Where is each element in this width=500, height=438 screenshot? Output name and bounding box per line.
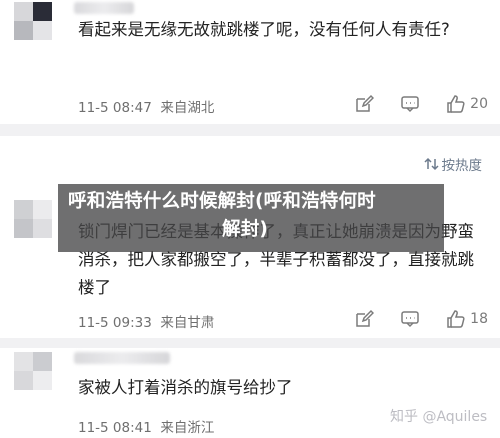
avatar[interactable] <box>14 2 52 40</box>
watermark: 知乎 @Aquiles <box>390 409 488 425</box>
comment-icon <box>401 311 419 328</box>
comment-text: 家被人打着消杀的旗号给抄了 <box>78 378 293 397</box>
sort-label: 按热度 <box>441 158 483 174</box>
reply-button[interactable] <box>400 94 420 114</box>
comment-card: 看起来是无缘无故就跳楼了呢，没有任何人有责任? 11-5 08:47 来自湖北 … <box>0 0 500 124</box>
edit-icon <box>356 94 375 112</box>
username-blurred[interactable] <box>74 352 170 364</box>
comment-actions: 18 <box>328 309 488 329</box>
comment-meta: 11-5 08:41 来自浙江 <box>78 420 215 436</box>
sort-icon <box>423 157 439 171</box>
edit-button[interactable] <box>354 309 375 329</box>
reply-button[interactable] <box>400 309 420 329</box>
overlay-title-line2: 解封) <box>222 219 269 240</box>
sort-button[interactable]: 按热度 <box>423 154 483 174</box>
like-count: 18 <box>470 311 488 327</box>
like-button[interactable]: 20 <box>446 94 488 114</box>
edit-icon <box>356 309 375 327</box>
overlay-title-line1: 呼和浩特什么时候解封(呼和浩特何时 <box>68 191 376 212</box>
edit-button[interactable] <box>354 94 375 114</box>
comment-text: 看起来是无缘无故就跳楼了呢，没有任何人有责任? <box>78 20 450 39</box>
comment-meta: 11-5 08:47 来自湖北 <box>78 100 215 116</box>
comment-meta: 11-5 09:33 来自甘肃 <box>78 315 215 331</box>
username-blurred[interactable] <box>74 2 134 14</box>
avatar[interactable] <box>14 352 52 390</box>
like-count: 20 <box>470 96 488 112</box>
comment-icon <box>401 96 419 113</box>
comment-actions: 20 <box>328 94 488 114</box>
avatar[interactable] <box>14 200 52 238</box>
like-button[interactable]: 18 <box>446 309 488 329</box>
like-icon <box>447 95 465 113</box>
like-icon <box>447 310 465 328</box>
